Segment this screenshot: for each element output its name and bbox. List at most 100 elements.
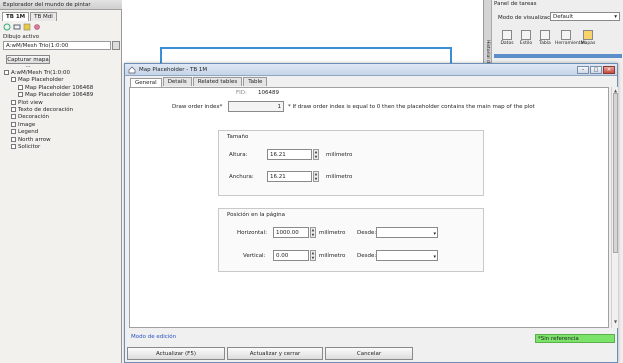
chevron-down-icon: ▾ — [433, 231, 436, 237]
tool-datos-label: Datos — [500, 41, 514, 46]
tab-details[interactable]: Details — [162, 77, 192, 86]
chevron-down-icon: ▾ — [433, 254, 436, 260]
dialog-scrollbar[interactable]: ▲ ▼ — [611, 87, 618, 328]
minimize-button[interactable]: – — [577, 66, 589, 74]
tree-item[interactable]: Image — [4, 121, 120, 129]
explorer-toolbar — [3, 23, 43, 33]
height-spinner[interactable]: ▲ ▼ — [313, 149, 319, 160]
maximize-button[interactable]: □ — [590, 66, 602, 74]
scroll-thumb[interactable] — [613, 93, 618, 253]
explorer-title: Explorador del mundo de pintar — [0, 0, 122, 10]
width-spinner[interactable]: ▲ ▼ — [313, 171, 319, 182]
edit-mode-label: Modo de edición — [131, 334, 177, 340]
tool-datos[interactable]: Datos — [498, 30, 516, 46]
tree-item-label: Map Placeholder — [18, 77, 64, 84]
brush-icon — [521, 30, 531, 40]
horizontal-from-label: Desde: — [357, 230, 377, 236]
data-icon — [502, 30, 512, 40]
vertical-unit: milímetro — [319, 253, 346, 259]
tree-item-label: Map Placeholder 106468 — [25, 84, 94, 91]
settings-icon[interactable] — [33, 23, 41, 31]
height-field[interactable]: 16.21 — [267, 149, 312, 160]
width-unit: milímetro — [326, 174, 353, 180]
tree-item[interactable]: Map Placeholder 106468 — [4, 84, 120, 92]
view-mode-value: Default — [553, 14, 574, 20]
vertical-from-select[interactable]: ▾ — [376, 250, 438, 261]
dialog-titlebar[interactable]: Map Placeholder - TB 1M – □ ✕ — [125, 64, 617, 76]
tab-tbmdl[interactable]: TB Mdl — [30, 12, 57, 21]
tree-node-icon — [11, 121, 16, 127]
tool-tabla-label: Tabla — [539, 41, 551, 46]
task-panel-selection-bar — [494, 54, 622, 58]
tree-item[interactable]: Legend — [4, 129, 120, 136]
position-group-title: Posición en la página — [227, 212, 286, 218]
width-field[interactable]: 16.21 — [267, 171, 312, 182]
horizontal-label: Horizontal: — [237, 230, 267, 236]
tool-estilo[interactable]: Estilo — [517, 30, 535, 46]
tab-general[interactable]: General — [130, 78, 162, 87]
tab-table[interactable]: Table — [243, 77, 268, 86]
vertical-label: Vertical: — [243, 253, 266, 259]
view-mode-select[interactable]: Default ▾ — [550, 12, 620, 21]
tool-estilo-label: Estilo — [519, 41, 533, 46]
tree-item[interactable]: Map Placeholder — [4, 77, 120, 84]
vertical-from-label: Desde: — [357, 253, 377, 259]
size-group-title: Tamaño — [227, 134, 249, 140]
tree-item[interactable]: Plot view — [4, 99, 120, 107]
scroll-down-icon[interactable]: ▼ — [613, 319, 618, 324]
update-button[interactable]: Actualizar (F5) — [127, 347, 225, 360]
update-close-button[interactable]: Actualizar y cerrar — [227, 347, 323, 360]
tree-node-icon — [11, 77, 16, 83]
horizontal-unit: milímetro — [319, 230, 346, 236]
tool-herramientas[interactable]: Herramientas — [555, 30, 586, 46]
cancel-button[interactable]: Cancelar — [325, 347, 413, 360]
draw-order-field[interactable]: 1 — [228, 101, 284, 112]
tree-item[interactable]: Decoración — [4, 114, 120, 121]
tree-item[interactable]: A:wM/Mesh Tri(1:0:00 — [4, 70, 120, 77]
layers-icon[interactable] — [23, 23, 31, 31]
tool-mapas-label: Mapas — [580, 41, 596, 46]
vertical-spinner[interactable]: ▲ ▼ — [310, 250, 316, 261]
tree-item[interactable]: Map Placeholder 106489 — [4, 92, 120, 99]
task-panel-title: Panel de tareas — [494, 1, 537, 7]
tab-related-tables[interactable]: Related tables — [192, 77, 243, 86]
tree-item-label: Plot view — [18, 99, 43, 106]
height-label: Altura: — [229, 152, 248, 158]
tool-tabla[interactable]: Tabla — [536, 30, 554, 46]
vertical-field[interactable]: 0.00 — [273, 250, 309, 261]
position-group: Posición en la página Horizontal: 1000.0… — [218, 208, 484, 272]
chevron-down-icon: ▾ — [614, 14, 617, 20]
size-group: Tamaño Altura: 16.21 ▲ ▼ milímetro Anchur… — [218, 130, 484, 196]
browse-button[interactable] — [112, 41, 120, 50]
close-button[interactable]: ✕ — [603, 66, 615, 74]
refresh-icon[interactable] — [3, 23, 11, 31]
tree-node-icon — [11, 143, 16, 149]
tool-herramientas-label: Herramientas — [555, 41, 586, 46]
explorer-tabs: TB 1M TB Mdl — [2, 12, 58, 21]
tree-item-label: Texto de decoración — [18, 106, 74, 113]
tree-item[interactable]: North arrow — [4, 136, 120, 144]
tree-node-icon — [18, 92, 23, 98]
tree-item-label: Decoración — [18, 114, 50, 121]
tree-item-label: Legend — [18, 129, 39, 136]
tree-item-label: Image — [18, 121, 36, 128]
horizontal-from-select[interactable]: ▾ — [376, 227, 438, 238]
tab-tb1m[interactable]: TB 1M — [2, 12, 30, 21]
map-icon — [583, 30, 593, 40]
horizontal-field[interactable]: 1000.00 — [273, 227, 309, 238]
dialog-title: Map Placeholder - TB 1M — [139, 67, 208, 73]
explorer-tree: A:wM/Mesh Tri(1:0:00 Map Placeholder Map P… — [4, 70, 120, 151]
active-drawing-label: Dibujo activo — [3, 34, 40, 40]
tree-node-icon — [11, 114, 16, 120]
tool-mapas[interactable]: Mapas — [579, 30, 597, 46]
explorer-panel: Explorador del mundo de pintar TB 1M TB M… — [0, 0, 122, 363]
active-drawing-field[interactable]: A:wM/Mesh Trio(1:0:00 — [3, 41, 111, 50]
capture-map-button[interactable]: Capturar mapa ... — [6, 55, 50, 69]
tree-item-label: North arrow — [18, 136, 51, 143]
height-unit: milímetro — [326, 152, 353, 158]
horizontal-spinner[interactable]: ▲ ▼ — [310, 227, 316, 238]
tree-node-icon — [11, 106, 16, 112]
table-icon — [540, 30, 550, 40]
tree-item[interactable]: Solicitor — [4, 143, 120, 151]
link-icon[interactable] — [13, 23, 21, 31]
